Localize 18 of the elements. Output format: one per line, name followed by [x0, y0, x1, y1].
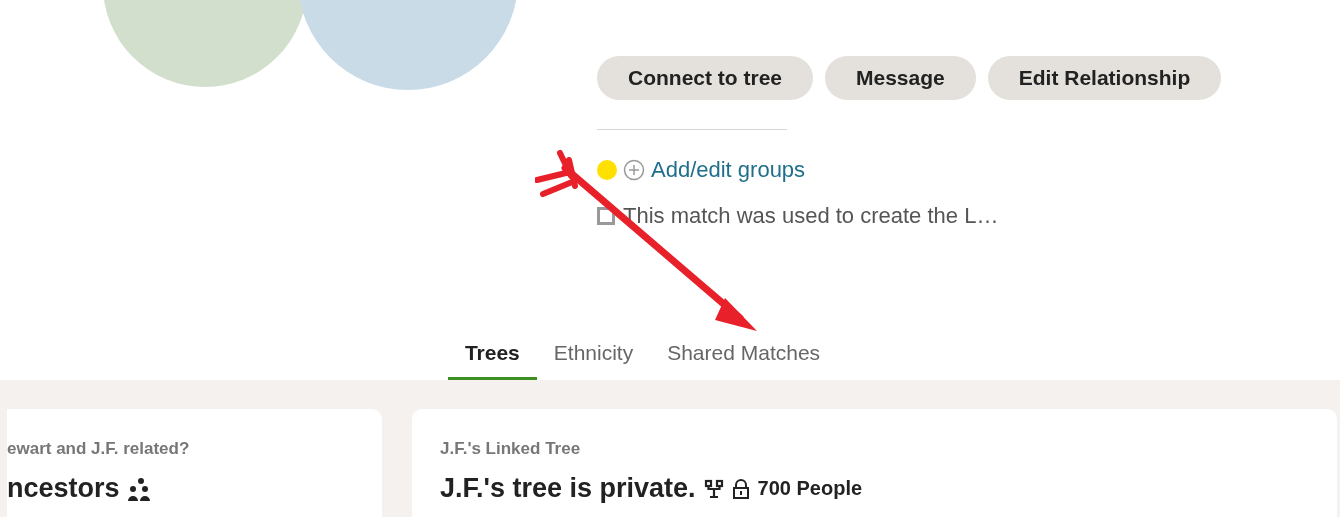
- highlight-dot: [597, 160, 617, 180]
- lock-icon: [731, 478, 750, 499]
- people-icon: [127, 476, 152, 501]
- action-button[interactable]: Edit Relationship: [987, 56, 1222, 100]
- checkbox[interactable]: [597, 207, 615, 225]
- card-heading: J.F.'s tree is private.: [440, 473, 696, 504]
- action-button[interactable]: Connect to tree: [597, 56, 813, 100]
- match-note: This match was used to create the L…: [623, 203, 999, 229]
- add-icon: [623, 159, 645, 181]
- tab[interactable]: Shared Matches: [650, 330, 838, 380]
- card-title: J.F.'s Linked Tree: [440, 439, 582, 459]
- people-count: 700 People: [757, 477, 863, 500]
- card-heading: ncestors: [7, 473, 120, 504]
- groups-link[interactable]: Add/edit groups: [651, 157, 806, 183]
- tree-icon: [703, 478, 724, 499]
- card-question: ewart and J.F. related?: [7, 439, 191, 459]
- tab[interactable]: Ethnicity: [536, 330, 651, 380]
- action-button[interactable]: Message: [825, 56, 976, 100]
